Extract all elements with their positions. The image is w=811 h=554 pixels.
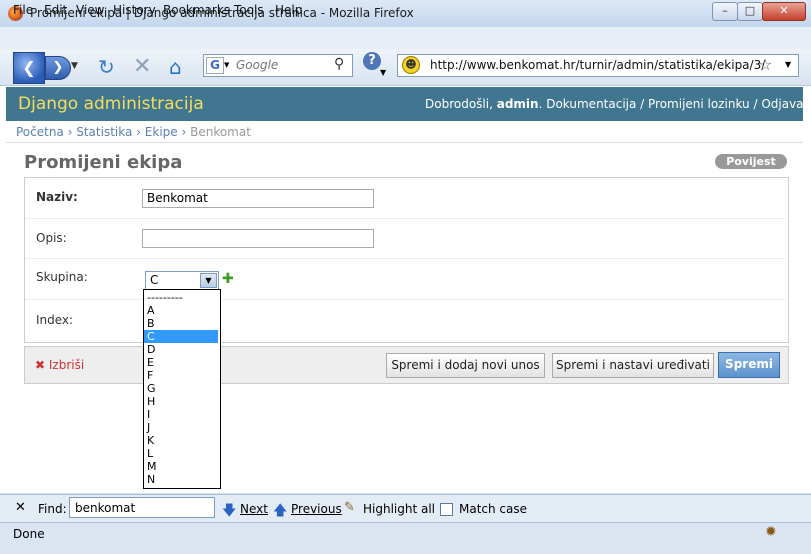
- dropdown-option[interactable]: G: [144, 382, 218, 395]
- save-button[interactable]: Spremi: [718, 352, 780, 378]
- reload-icon[interactable]: ↻: [98, 55, 115, 79]
- url-dropdown-icon[interactable]: ▼: [785, 60, 791, 69]
- forward-button[interactable]: ❯: [45, 56, 71, 80]
- close-window-button[interactable]: ✕: [762, 2, 806, 21]
- user-tools: Dobrodošli, admin. Dokumentacija / Promi…: [425, 97, 804, 111]
- arrow-up-icon[interactable]: 🡅: [273, 500, 287, 524]
- skupina-selected-value: C: [150, 273, 159, 287]
- menu-help[interactable]: Help: [275, 3, 302, 17]
- delete-label: Izbriši: [48, 358, 85, 372]
- site-identity-icon[interactable]: ☻: [402, 56, 420, 74]
- user-links[interactable]: . Dokumentacija / Promijeni lozinku / Od…: [539, 97, 804, 111]
- arrow-right-icon: ❯: [52, 60, 64, 75]
- status-bar: [0, 522, 811, 554]
- menu-edit[interactable]: Edit: [44, 3, 67, 17]
- save-continue-button[interactable]: Spremi i nastavi uređivati: [552, 353, 714, 378]
- username: admin: [496, 97, 539, 111]
- welcome-text: Dobrodošli,: [425, 97, 493, 111]
- stop-icon[interactable]: ✕: [133, 54, 151, 79]
- back-button[interactable]: ❮: [13, 52, 45, 84]
- dropdown-option[interactable]: J: [144, 421, 218, 434]
- add-related-icon[interactable]: ✚: [222, 271, 234, 287]
- form-row-opis: [25, 219, 786, 259]
- dropdown-option[interactable]: E: [144, 356, 218, 369]
- breadcrumb-ekipe[interactable]: Ekipe: [145, 125, 178, 139]
- naziv-label: Naziv:: [36, 190, 78, 204]
- dropdown-option[interactable]: I: [144, 408, 218, 421]
- url-text[interactable]: http://www.benkomat.hr/turnir/admin/stat…: [430, 58, 765, 72]
- form-row-skupina: [25, 259, 786, 300]
- chevron-down-icon[interactable]: ▼: [200, 273, 217, 288]
- find-label: Find:: [38, 502, 67, 516]
- history-button[interactable]: Povijest: [715, 154, 787, 169]
- dropdown-option[interactable]: H: [144, 395, 218, 408]
- search-input[interactable]: [236, 58, 334, 72]
- breadcrumb-text: Početna › Statistika › Ekipe › Benkomat: [16, 125, 251, 139]
- help-icon[interactable]: ?: [363, 52, 381, 70]
- form-row-naziv: [25, 178, 786, 219]
- breadcrumb-current: Benkomat: [190, 125, 251, 139]
- search-icon[interactable]: ⚲: [334, 56, 344, 72]
- firebug-icon[interactable]: ✹: [765, 524, 783, 542]
- menu-bar: [0, 27, 811, 49]
- menu-view[interactable]: View: [76, 3, 104, 17]
- save-add-another-button[interactable]: Spremi i dodaj novi unos: [386, 353, 545, 378]
- breadcrumb-sep: ›: [63, 125, 77, 139]
- arrow-down-icon[interactable]: 🡇: [222, 500, 236, 524]
- delete-icon: ✖: [35, 358, 46, 372]
- help-dropdown-icon[interactable]: ▼: [380, 68, 386, 77]
- menu-history[interactable]: History: [113, 3, 156, 17]
- bookmark-star-icon[interactable]: ☆: [758, 55, 772, 74]
- skupina-label: Skupina:: [36, 270, 88, 284]
- menu-bookmarks[interactable]: Bookmarks: [163, 3, 230, 17]
- match-case-label[interactable]: Match case: [459, 502, 527, 516]
- opis-input[interactable]: [142, 229, 374, 248]
- close-icon[interactable]: ✕: [15, 500, 26, 515]
- engine-dropdown-icon[interactable]: ▼: [224, 61, 229, 69]
- find-input[interactable]: benkomat: [69, 497, 215, 518]
- page-title: Promijeni ekipa: [24, 152, 183, 173]
- breadcrumb-home[interactable]: Početna: [16, 125, 64, 139]
- highlight-all-button[interactable]: Highlight all: [363, 502, 435, 516]
- menu-tools[interactable]: Tools: [234, 3, 264, 17]
- google-engine-icon[interactable]: G: [206, 57, 224, 74]
- index-label: Index:: [36, 313, 74, 327]
- dropdown-option[interactable]: L: [144, 447, 218, 460]
- dropdown-option[interactable]: M: [144, 460, 218, 473]
- history-dropdown-icon[interactable]: ▼: [71, 61, 78, 71]
- maximize-button[interactable]: □: [737, 2, 763, 21]
- menu-file[interactable]: File: [13, 3, 33, 17]
- match-case-checkbox[interactable]: [440, 503, 453, 516]
- dropdown-option[interactable]: B: [144, 317, 218, 330]
- dropdown-option[interactable]: F: [144, 369, 218, 382]
- breadcrumb-sep: ›: [132, 125, 145, 139]
- breadcrumb-statistika[interactable]: Statistika: [76, 125, 132, 139]
- status-text: Done: [13, 527, 45, 541]
- dropdown-option[interactable]: N: [144, 473, 218, 486]
- dropdown-option[interactable]: K: [144, 434, 218, 447]
- arrow-left-icon: ❮: [22, 58, 36, 77]
- home-icon[interactable]: ⌂: [169, 55, 182, 79]
- breadcrumb-sep: ›: [177, 125, 191, 139]
- dropdown-option[interactable]: D: [144, 343, 218, 356]
- naziv-input[interactable]: Benkomat: [142, 189, 374, 208]
- highlighter-icon[interactable]: ✎: [344, 500, 355, 515]
- delete-link[interactable]: ✖ Izbriši: [35, 358, 84, 372]
- minimize-button[interactable]: –: [712, 2, 738, 21]
- dropdown-option[interactable]: C: [144, 330, 218, 343]
- dropdown-option[interactable]: A: [144, 304, 218, 317]
- opis-label: Opis:: [36, 231, 67, 245]
- dropdown-option[interactable]: ---------: [144, 291, 218, 304]
- find-next-button[interactable]: Next: [240, 502, 268, 516]
- find-previous-button[interactable]: Previous: [291, 502, 342, 516]
- admin-brand: Django administracija: [18, 94, 204, 114]
